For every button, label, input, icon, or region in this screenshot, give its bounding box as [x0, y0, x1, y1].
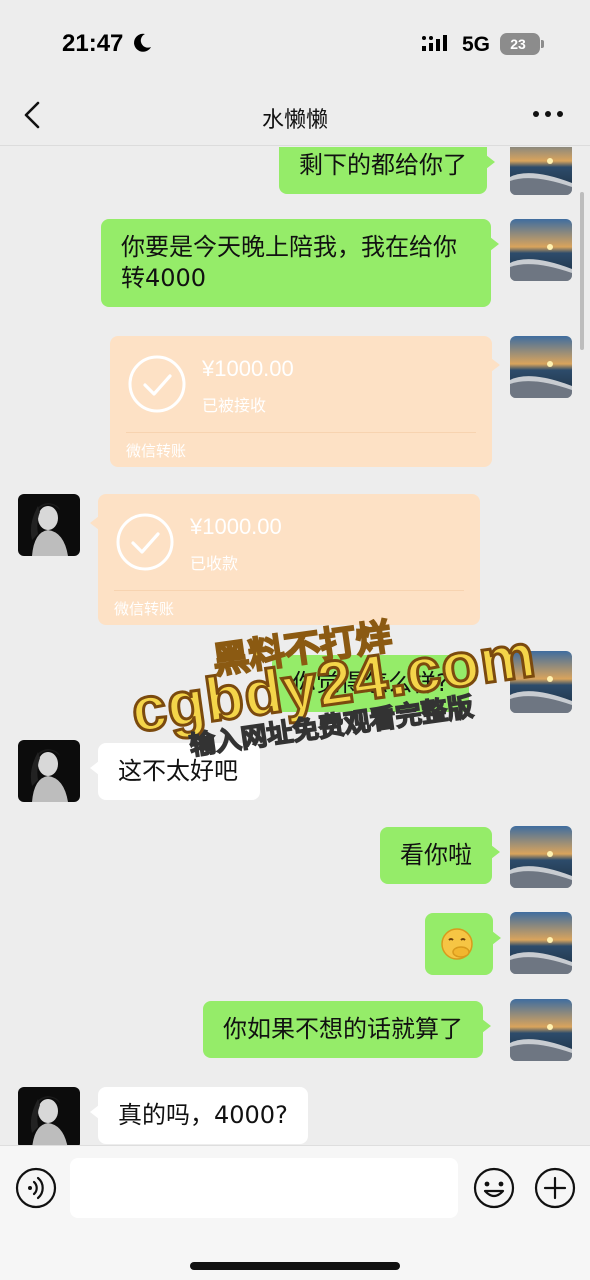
input-bar [0, 1145, 590, 1280]
scrollbar[interactable] [580, 192, 584, 350]
transfer-brand: 微信转账 [114, 600, 175, 618]
status-bar: 21:47 5G 23 [0, 0, 590, 90]
transfer-brand: 微信转账 [126, 442, 187, 460]
check-circle-icon [128, 355, 186, 413]
transfer-divider [126, 432, 476, 433]
self-avatar[interactable] [510, 826, 572, 888]
self-avatar[interactable] [510, 912, 572, 974]
self-avatar[interactable] [510, 147, 572, 195]
emoji-icon[interactable] [472, 1166, 516, 1210]
network-type: 5G [462, 33, 491, 56]
transfer-status: 已收款 [190, 554, 239, 573]
voice-icon[interactable] [15, 1167, 57, 1209]
message-bubble[interactable]: 看你啦 [380, 827, 500, 884]
message-bubble[interactable]: 你如果不想的话就算了 [203, 1001, 491, 1058]
check-circle-icon [116, 513, 174, 571]
transfer-status: 已被接收 [202, 396, 267, 415]
moon-icon [134, 33, 151, 52]
transfer-amount: ¥1000.00 [202, 356, 294, 381]
contact-avatar[interactable] [18, 494, 80, 556]
self-avatar[interactable] [510, 999, 572, 1061]
transfer-card[interactable]: ¥1000.00 已收款 微信转账 [90, 494, 480, 625]
transfer-card[interactable]: ¥1000.00 已被接收 微信转账 [110, 336, 500, 467]
self-avatar[interactable] [510, 219, 572, 281]
battery-icon: 23 [500, 33, 544, 55]
home-indicator[interactable] [190, 1262, 400, 1270]
signal-icon [422, 35, 447, 51]
message-bubble[interactable]: 你觉得怎么样? [272, 655, 477, 712]
contact-avatar[interactable] [18, 740, 80, 802]
chat-title: 水懒懒 [261, 108, 328, 133]
message-bubble[interactable]: 🤭 [425, 913, 501, 975]
self-avatar[interactable] [510, 336, 572, 398]
status-time: 21:47 [62, 30, 124, 57]
plus-icon[interactable] [533, 1166, 577, 1210]
message-list[interactable]: 剩下的都给你了 你要是今天晚上陪我，我在给你转4000 ¥1000.00 已被接… [0, 147, 590, 1145]
hand-over-mouth-emoji-icon [441, 928, 473, 960]
transfer-amount: ¥1000.00 [190, 514, 282, 539]
transfer-divider [114, 590, 464, 591]
message-bubble[interactable]: 你要是今天晚上陪我，我在给你转4000 [101, 219, 499, 307]
battery-level: 23 [510, 36, 526, 52]
nav-bar: 水懒懒 [0, 90, 590, 146]
message-bubble[interactable]: 真的吗，4000? [90, 1087, 308, 1144]
message-bubble[interactable]: 剩下的都给你了 [279, 147, 495, 194]
contact-avatar[interactable] [18, 1087, 80, 1145]
more-icon[interactable] [530, 102, 566, 126]
self-avatar[interactable] [510, 651, 572, 713]
message-bubble[interactable]: 这不太好吧 [90, 743, 260, 800]
message-input[interactable] [70, 1158, 458, 1218]
